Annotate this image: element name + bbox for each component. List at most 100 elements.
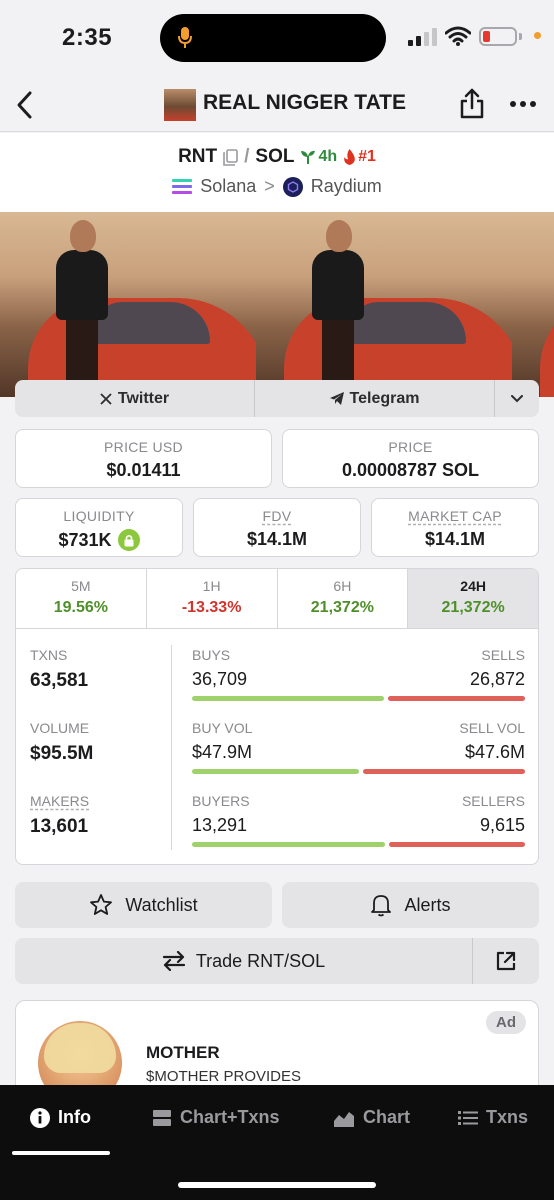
sells-bar [388, 696, 525, 701]
buy-vol-bar [192, 769, 360, 774]
price-native-card: PRICE 0.00008787 SOL [282, 429, 539, 488]
change-24h: 21,372% [441, 599, 505, 616]
split-view-icon [153, 1109, 171, 1126]
status-bar: 2:35 [0, 0, 554, 80]
buys-sells-ratio-bar [192, 696, 525, 701]
list-icon [458, 1110, 478, 1125]
sell-vol-value: $47.6M [464, 742, 525, 762]
sellers-label: SELLERS [461, 793, 525, 809]
tab-24h[interactable]: 24H 21,372% [408, 569, 538, 628]
info-icon [30, 1107, 50, 1128]
column-divider [171, 645, 172, 850]
flame-icon [344, 149, 355, 165]
price-usd-card: PRICE USD $0.01411 [15, 429, 272, 488]
txns-label: TXNS [30, 647, 68, 663]
wifi-icon [445, 26, 471, 46]
totals-column: TXNS 63,581 VOLUME $95.5M MAKERS 13,601 [30, 647, 93, 864]
market-cap-card: MARKET CAP $14.1M [371, 498, 539, 557]
timeframe-tabs: 5M 19.56% 1H -13.33% 6H 21,372% 24H 21,3… [16, 569, 538, 629]
active-tab-indicator [12, 1151, 110, 1155]
tab-5m[interactable]: 5M 19.56% [16, 569, 147, 628]
liquidity-card: LIQUIDITY $731K [15, 498, 183, 557]
copy-icon[interactable] [223, 148, 238, 166]
sell-vol-label: SELL VOL [459, 720, 525, 736]
cellular-signal-icon [408, 28, 437, 46]
token-title: REAL NIGGER TATE [203, 91, 407, 114]
more-links-dropdown[interactable] [495, 380, 539, 417]
fdv-label[interactable]: FDV [194, 508, 360, 524]
tab-6h[interactable]: 6H 21,372% [278, 569, 409, 628]
fdv-value: $14.1M [246, 529, 308, 549]
ad-description: $MOTHER PROVIDES [146, 1068, 302, 1085]
star-icon [90, 894, 113, 915]
volume-label: VOLUME [30, 720, 90, 736]
more-options-icon[interactable] [510, 101, 536, 107]
alerts-button[interactable]: Alerts [282, 882, 539, 928]
change-5m: 19.56% [53, 599, 108, 616]
app-header: REAL NIGGER TATE [0, 80, 554, 132]
external-link-button[interactable] [473, 938, 539, 984]
market-cap-label[interactable]: MARKET CAP [372, 508, 538, 524]
buys-bar [192, 696, 385, 701]
pair-info: RNT / SOL 4h #1 Solana > Raydium [0, 133, 554, 212]
nav-chart[interactable]: Chart [333, 1107, 410, 1128]
telegram-icon [329, 392, 344, 405]
bottom-navigation: Info Chart+Txns Chart Txns [0, 1085, 554, 1200]
recording-indicator [534, 32, 541, 39]
watchlist-button[interactable]: Watchlist [15, 882, 272, 928]
trending-rank: #1 [343, 148, 376, 166]
chevron-right-icon: > [264, 176, 275, 196]
buy-vol-label: BUY VOL [192, 720, 253, 736]
lock-icon[interactable] [117, 529, 140, 551]
chain-name[interactable]: Solana [200, 176, 256, 197]
area-chart-icon [334, 1111, 354, 1127]
change-1h: -13.33% [181, 599, 242, 616]
swap-arrows-icon [162, 951, 185, 971]
nav-txns[interactable]: Txns [458, 1107, 528, 1128]
makers-value: 13,601 [30, 816, 89, 837]
token-banner-image [0, 212, 554, 397]
battery-icon [479, 27, 517, 46]
pair-separator: / [244, 146, 250, 167]
txns-value: 63,581 [30, 670, 89, 691]
makers-label[interactable]: MAKERS [30, 793, 93, 809]
buy-sell-column: BUYS SELLS 36,709 26,872 BUY VOL SELL VO… [192, 647, 525, 864]
trade-bar: Trade RNT/SOL [15, 938, 539, 984]
buyers-sellers-row: BUYERS SELLERS 13,291 9,615 [192, 793, 525, 864]
volume-split-row: BUY VOL SELL VOL $47.9M $47.6M [192, 720, 525, 793]
nav-info[interactable]: Info [30, 1107, 91, 1128]
external-link-icon [496, 951, 516, 971]
token-thumbnail [164, 89, 196, 121]
quote-symbol: SOL [255, 146, 295, 167]
sellers-bar [389, 842, 525, 847]
home-indicator [178, 1182, 376, 1188]
sell-vol-bar [363, 769, 525, 774]
telegram-link[interactable]: Telegram [255, 380, 495, 417]
liquidity-label: LIQUIDITY [63, 508, 135, 524]
dynamic-island [160, 14, 386, 62]
tab-1h[interactable]: 1H -13.33% [147, 569, 278, 628]
back-arrow-icon[interactable] [14, 90, 36, 120]
microphone-icon [178, 27, 192, 48]
trade-button[interactable]: Trade RNT/SOL [15, 938, 473, 984]
buyers-bar [192, 842, 386, 847]
seedling-icon [301, 150, 316, 164]
buyers-ratio-bar [192, 842, 525, 847]
buyers-label: BUYERS [192, 793, 250, 809]
buy-vol-value: $47.9M [192, 742, 253, 762]
base-symbol: RNT [178, 146, 218, 167]
ad-title: MOTHER [146, 1043, 220, 1062]
bell-icon [371, 895, 392, 917]
solana-logo-icon [172, 179, 193, 194]
x-logo-icon [100, 392, 112, 405]
status-time: 2:35 [62, 24, 113, 51]
price-label: PRICE [388, 439, 433, 455]
nav-chart-txns[interactable]: Chart+Txns [152, 1107, 280, 1128]
buyers-value: 13,291 [192, 815, 248, 835]
dex-name[interactable]: Raydium [311, 176, 382, 197]
market-cap-value: $14.1M [424, 529, 486, 549]
share-icon[interactable] [458, 88, 486, 120]
twitter-link[interactable]: Twitter [15, 380, 255, 417]
ad-badge: Ad [486, 1011, 526, 1034]
price-usd-value: $0.01411 [106, 460, 181, 480]
